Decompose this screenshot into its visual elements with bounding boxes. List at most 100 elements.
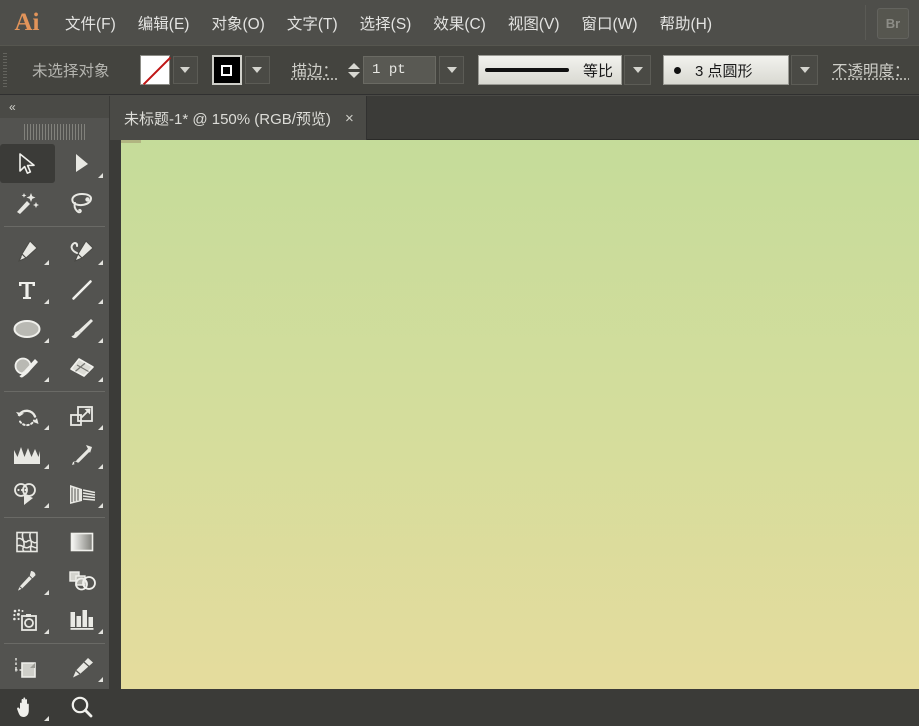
tool-flyout-indicator-icon bbox=[43, 629, 49, 634]
stroke-weight-input[interactable]: 1 pt bbox=[363, 56, 437, 84]
mesh-tool[interactable] bbox=[0, 522, 55, 561]
paintbrush-tool[interactable] bbox=[55, 309, 110, 348]
stroke-profile-combo[interactable]: 等比 bbox=[478, 55, 623, 85]
stepper-up-icon bbox=[347, 62, 360, 69]
column-graph-tool[interactable] bbox=[55, 600, 110, 639]
canvas-left-gutter bbox=[110, 140, 121, 689]
pen-tool[interactable] bbox=[0, 231, 55, 270]
brush-definition-combo[interactable]: 3 点圆形 bbox=[663, 55, 790, 85]
menu-bar: Ai 文件(F) 编辑(E) 对象(O) 文字(T) 选择(S) 效果(C) 视… bbox=[0, 0, 919, 45]
stroke-profile-preview-icon bbox=[485, 68, 570, 72]
ellipse-tool[interactable] bbox=[0, 309, 55, 348]
tool-flyout-indicator-icon bbox=[98, 173, 103, 178]
zoom-tool[interactable] bbox=[55, 687, 110, 726]
symbol-sprayer-tool[interactable] bbox=[0, 600, 55, 639]
magic-wand-tool[interactable] bbox=[0, 183, 55, 222]
artboard-tool[interactable] bbox=[0, 648, 55, 687]
menu-help[interactable]: 帮助(H) bbox=[650, 8, 721, 38]
tool-group-divider bbox=[4, 643, 105, 644]
menu-type[interactable]: 文字(T) bbox=[278, 8, 347, 38]
tool-grid bbox=[0, 142, 109, 726]
menu-window[interactable]: 窗口(W) bbox=[573, 8, 647, 38]
stroke-weight-stepper[interactable] bbox=[346, 55, 361, 85]
tool-flyout-indicator-icon bbox=[98, 464, 103, 469]
tool-flyout-indicator-icon bbox=[43, 503, 49, 508]
line-segment-tool[interactable] bbox=[55, 270, 110, 309]
close-icon[interactable]: × bbox=[345, 111, 354, 126]
bridge-button[interactable]: Br bbox=[877, 8, 909, 39]
menubar-divider bbox=[865, 5, 866, 40]
rotate-tool[interactable] bbox=[0, 396, 55, 435]
blob-brush-tool[interactable] bbox=[0, 348, 55, 387]
tool-flyout-indicator-icon bbox=[98, 629, 103, 634]
tool-flyout-indicator-icon bbox=[43, 425, 49, 430]
tool-group-divider bbox=[4, 226, 105, 227]
eraser-tool[interactable] bbox=[55, 348, 110, 387]
menu-view[interactable]: 视图(V) bbox=[499, 8, 569, 38]
control-bar-grip-handle[interactable] bbox=[3, 53, 14, 87]
tool-flyout-indicator-icon bbox=[43, 464, 49, 469]
tool-flyout-indicator-icon bbox=[98, 503, 103, 508]
tool-flyout-indicator-icon bbox=[98, 338, 103, 343]
tool-flyout-indicator-icon bbox=[43, 338, 49, 343]
document-tab-title: 未标题-1* @ 150% (RGB/预览) bbox=[124, 110, 331, 128]
tools-panel-grip-handle[interactable] bbox=[23, 124, 86, 140]
stroke-color-control-group bbox=[211, 55, 270, 85]
chevron-down-icon bbox=[252, 67, 263, 73]
stroke-swatch[interactable] bbox=[211, 55, 242, 85]
chevron-down-icon bbox=[632, 67, 643, 73]
control-bar: 未选择对象 描边： 1 pt 等比 3 点圆形 不透明度： bbox=[0, 45, 919, 95]
menu-effect[interactable]: 效果(C) bbox=[424, 8, 495, 38]
blend-tool[interactable] bbox=[55, 561, 110, 600]
selection-tool[interactable] bbox=[0, 144, 55, 183]
tools-panel: « bbox=[0, 96, 110, 721]
collapse-panel-icon[interactable]: « bbox=[9, 100, 16, 114]
tool-group-divider bbox=[4, 391, 105, 392]
artboard-canvas[interactable] bbox=[121, 140, 919, 689]
tools-panel-header: « bbox=[0, 96, 109, 118]
menu-object[interactable]: 对象(O) bbox=[202, 8, 273, 38]
tool-flyout-indicator-icon bbox=[98, 260, 103, 265]
stroke-dropdown-button[interactable] bbox=[244, 56, 270, 84]
shape-builder-tool[interactable] bbox=[0, 474, 55, 513]
width-tool[interactable] bbox=[0, 435, 55, 474]
eyedropper-tool[interactable] bbox=[0, 561, 55, 600]
illustrator-window: Ai 文件(F) 编辑(E) 对象(O) 文字(T) 选择(S) 效果(C) 视… bbox=[0, 0, 919, 721]
fill-dropdown-button[interactable] bbox=[172, 56, 198, 84]
add-anchor-point-tool[interactable] bbox=[55, 231, 110, 270]
tool-flyout-indicator-icon bbox=[43, 716, 49, 721]
menu-edit[interactable]: 编辑(E) bbox=[129, 8, 199, 38]
type-tool[interactable] bbox=[0, 270, 55, 309]
stroke-weight-dropdown-button[interactable] bbox=[439, 56, 465, 84]
free-transform-tool[interactable] bbox=[55, 435, 110, 474]
stroke-profile-dropdown-button[interactable] bbox=[624, 55, 652, 85]
stroke-weight-label: 描边： bbox=[291, 63, 339, 80]
tool-flyout-indicator-icon bbox=[43, 590, 49, 595]
hand-tool[interactable] bbox=[0, 687, 55, 726]
tool-flyout-indicator-icon bbox=[98, 425, 103, 430]
perspective-grid-tool[interactable] bbox=[55, 474, 110, 513]
fill-swatch[interactable] bbox=[139, 55, 170, 85]
chevron-down-icon bbox=[799, 67, 810, 73]
tool-flyout-indicator-icon bbox=[43, 260, 49, 265]
document-area: 未标题-1* @ 150% (RGB/预览) × bbox=[110, 96, 919, 689]
tool-flyout-indicator-icon bbox=[43, 299, 49, 304]
tool-flyout-indicator-icon bbox=[43, 377, 49, 382]
gradient-tool[interactable] bbox=[55, 522, 110, 561]
tool-group-divider bbox=[4, 517, 105, 518]
brush-definition-dropdown-button[interactable] bbox=[791, 55, 819, 85]
tool-flyout-indicator-icon bbox=[98, 299, 103, 304]
menu-file[interactable]: 文件(F) bbox=[56, 8, 125, 38]
stroke-profile-group: 等比 bbox=[478, 55, 652, 85]
scale-tool[interactable] bbox=[55, 396, 110, 435]
document-tab[interactable]: 未标题-1* @ 150% (RGB/预览) × bbox=[110, 96, 367, 140]
tool-flyout-indicator-icon bbox=[98, 377, 103, 382]
lasso-tool[interactable] bbox=[55, 183, 110, 222]
stepper-down-icon bbox=[347, 71, 360, 78]
tool-flyout-indicator-icon bbox=[98, 677, 103, 682]
chevron-down-icon bbox=[446, 67, 457, 73]
direct-selection-tool[interactable] bbox=[55, 144, 110, 183]
brush-preview-icon bbox=[674, 66, 682, 74]
slice-tool[interactable] bbox=[55, 648, 110, 687]
menu-select[interactable]: 选择(S) bbox=[351, 8, 421, 38]
